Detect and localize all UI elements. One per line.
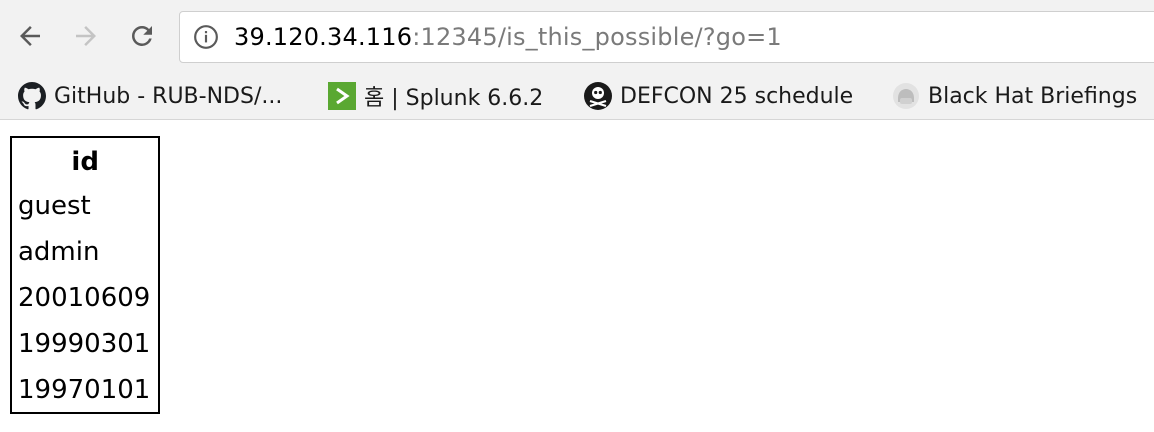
back-button[interactable] (10, 16, 50, 56)
bookmark-defcon[interactable]: DEFCON 25 schedule (584, 79, 853, 113)
reload-button[interactable] (122, 16, 162, 56)
arrow-right-icon (76, 26, 96, 46)
url-path: :12345/is_this_possible/?go=1 (412, 23, 782, 51)
reload-icon (132, 25, 152, 46)
info-icon[interactable] (192, 23, 220, 51)
bookmark-label: 홈 | Splunk 6.6.2 (364, 86, 544, 111)
bookmark-splunk[interactable]: 홈 | Splunk 6.6.2 (328, 79, 543, 113)
bookmarks-bar: GitHub - RUB-NDS/... 홈 | Splunk 6.6.2 DE… (0, 74, 1154, 120)
table-cell: 20010609 (18, 283, 151, 313)
github-icon (18, 82, 46, 110)
url-host: 39.120.34.116 (234, 23, 413, 51)
bookmark-label: Black Hat Briefings (928, 83, 1138, 109)
table-cell: admin (18, 237, 100, 267)
table-cell: 19970101 (18, 375, 151, 405)
navigation-bar: 39.120.34.116:12345/is_this_possible/?go… (0, 0, 1154, 74)
bookmark-blackhat[interactable]: Black Hat Briefings (892, 79, 1137, 113)
table-row: guest (12, 182, 158, 228)
page-content: id guest admin 20010609 19990301 1997010… (0, 121, 1154, 432)
forward-button[interactable] (66, 16, 106, 56)
table-cell: 19990301 (18, 329, 151, 359)
browser-chrome: 39.120.34.116:12345/is_this_possible/?go… (0, 0, 1154, 120)
bookmark-label: GitHub - RUB-NDS/... (54, 83, 283, 109)
bookmark-github[interactable]: GitHub - RUB-NDS/... (18, 79, 282, 113)
arrow-left-icon (20, 26, 40, 46)
table-row: admin (12, 228, 158, 274)
id-table: id guest admin 20010609 19990301 1997010… (10, 136, 161, 414)
table-row: 20010609 (12, 274, 158, 320)
table-row: 19970101 (12, 366, 158, 412)
table-row: 19990301 (12, 320, 158, 366)
url-text[interactable]: 39.120.34.116:12345/is_this_possible/?go… (234, 23, 782, 51)
address-bar[interactable]: 39.120.34.116:12345/is_this_possible/?go… (179, 11, 1154, 63)
defcon-icon (584, 82, 612, 110)
bookmark-label: DEFCON 25 schedule (620, 83, 854, 109)
table-cell: guest (18, 191, 91, 221)
table-header-row: id (12, 138, 158, 182)
blackhat-icon (892, 82, 920, 110)
column-header-id: id (71, 147, 99, 177)
splunk-icon (328, 82, 356, 110)
